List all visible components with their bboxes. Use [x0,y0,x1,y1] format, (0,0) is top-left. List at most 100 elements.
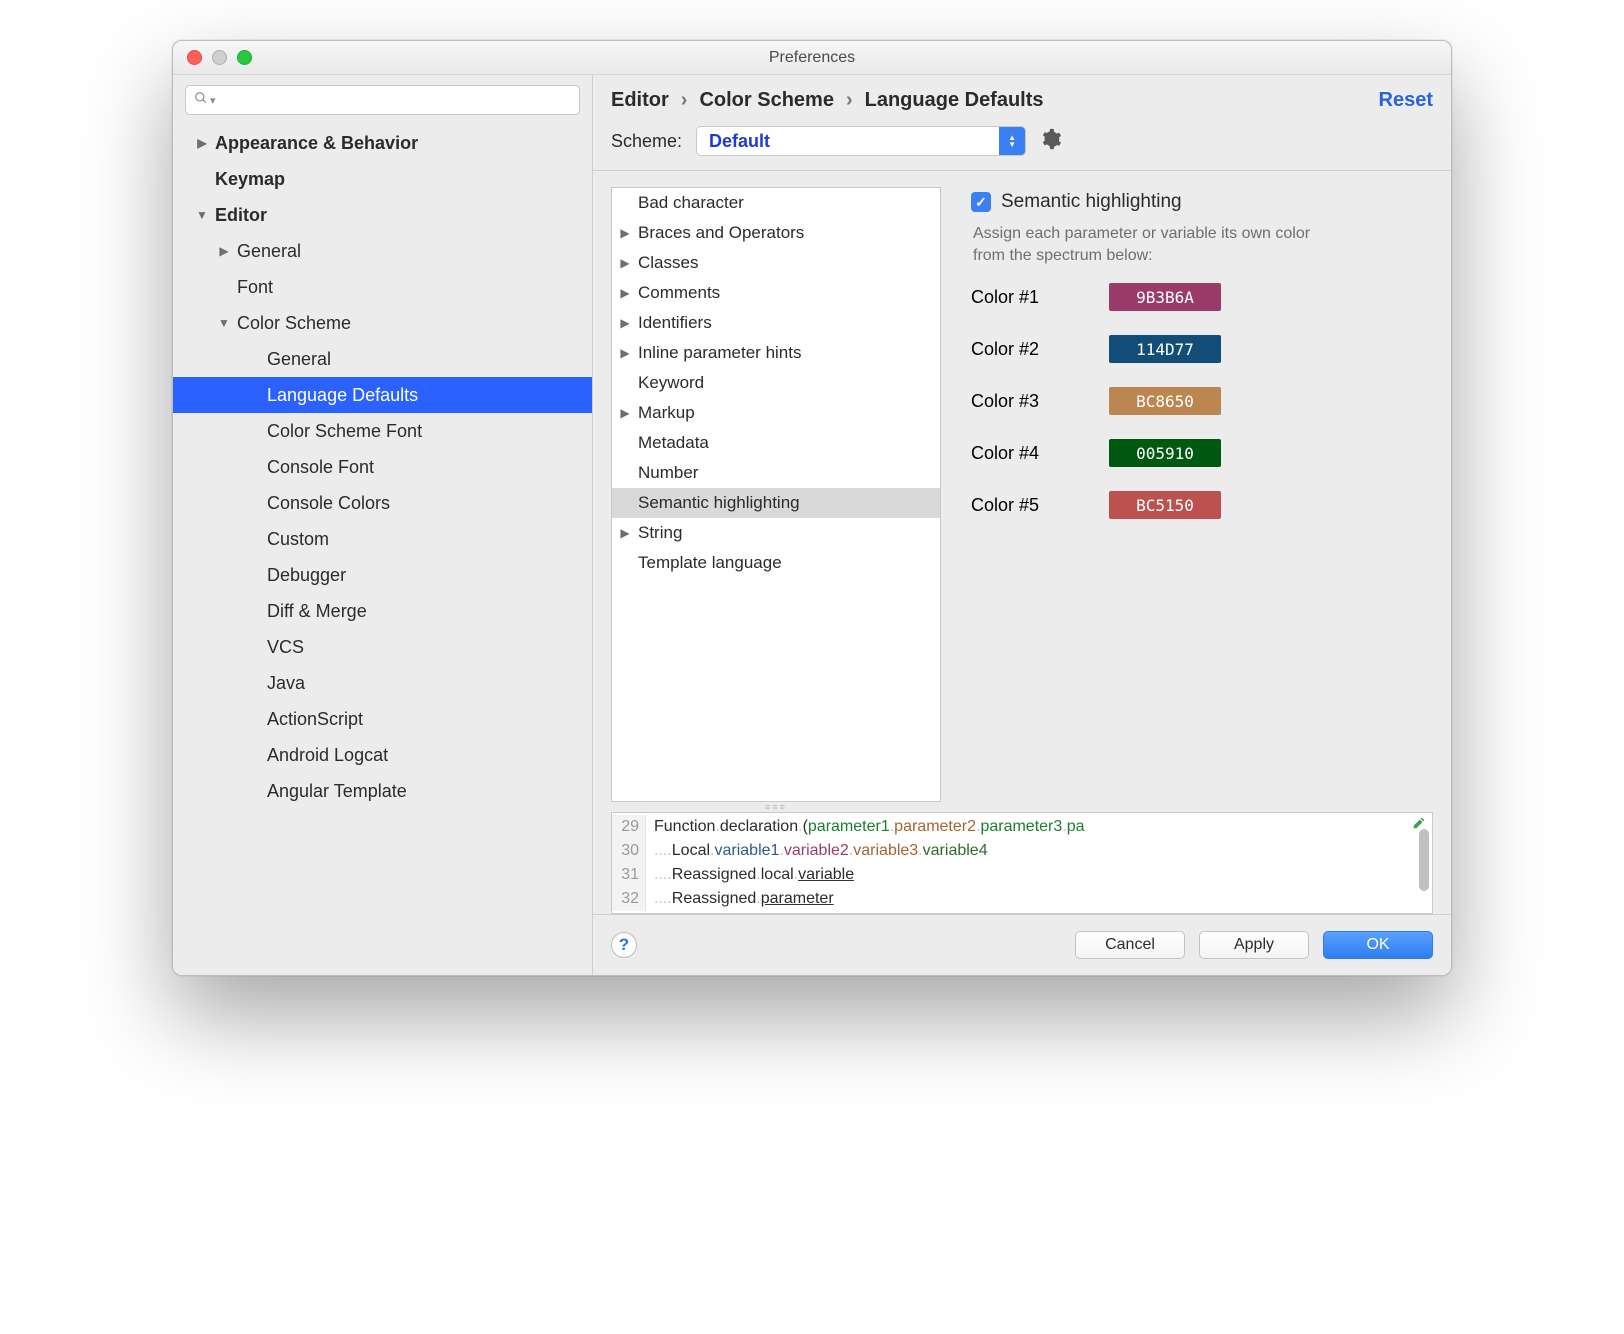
sidebar-item-debugger[interactable]: ▶Debugger [173,557,592,593]
ok-button[interactable]: OK [1323,931,1433,959]
sidebar-item-java[interactable]: ▶Java [173,665,592,701]
chevron-down-icon: ▼ [217,316,231,330]
sidebar-item-label: Language Defaults [267,385,418,406]
preview-line: 31....Reassigned.local.variable [612,863,1432,887]
search-field[interactable] [222,92,571,109]
breadcrumb-language-defaults: Language Defaults [865,89,1044,112]
sidebar-item-console-font[interactable]: ▶Console Font [173,449,592,485]
category-item-label: Template language [638,553,782,573]
category-item-markup[interactable]: ▶Markup [612,398,940,428]
breadcrumb-editor[interactable]: Editor [611,89,669,112]
chevron-right-icon: ▶ [195,136,209,150]
preview-line: 30....Local.variable1.variable2.variable… [612,839,1432,863]
sidebar-item-color-scheme[interactable]: ▼ Color Scheme [173,305,592,341]
sidebar-item-font[interactable]: ▶Font [173,269,592,305]
window-title: Preferences [173,49,1451,67]
line-number: 31 [612,863,646,887]
sidebar-item-editor[interactable]: ▼Editor [173,197,592,233]
edit-marker-icon [1412,816,1426,830]
sidebar-item-actionscript[interactable]: ▶ActionScript [173,701,592,737]
chevron-right-icon: ▶ [618,286,632,300]
sidebar-item-label: Color Scheme Font [267,421,422,442]
scheme-select[interactable]: Default ▲▼ [696,126,1026,156]
split-handle[interactable]: ≡≡≡ [611,802,941,812]
sidebar-item-angular-template[interactable]: ▶Angular Template [173,773,592,809]
category-item-inline-parameter-hints[interactable]: ▶ Inline parameter hints [612,338,940,368]
chevron-right-icon: ▶ [618,256,632,270]
color-swatch[interactable]: BC5150 [1109,491,1221,519]
sidebar-item-custom[interactable]: ▶Custom [173,521,592,557]
category-item-label: Inline parameter hints [638,343,801,363]
color-swatch[interactable]: 9B3B6A [1109,283,1221,311]
sidebar-item-appearance-behavior[interactable]: ▶ Appearance & Behavior [173,125,592,161]
sidebar-item-general[interactable]: ▶General [173,341,592,377]
sidebar-item-label: VCS [267,637,304,658]
category-item-label: String [638,523,682,543]
code-preview[interactable]: 29Function.declaration.(parameter1.param… [611,812,1433,914]
color-swatch[interactable]: 005910 [1109,439,1221,467]
gear-icon[interactable] [1040,128,1062,155]
sidebar-item-android-logcat[interactable]: ▶Android Logcat [173,737,592,773]
select-stepper-icon: ▲▼ [999,127,1025,155]
preview-scrollbar[interactable] [1419,829,1429,891]
semantic-highlighting-checkbox[interactable]: ✓ [971,192,991,212]
category-item-label: Bad character [638,193,744,213]
scheme-value: Default [697,131,999,152]
color-swatch[interactable]: 114D77 [1109,335,1221,363]
category-item-label: Identifiers [638,313,712,333]
semantic-highlighting-label: Semantic highlighting [1001,191,1182,213]
category-item-string[interactable]: ▶String [612,518,940,548]
sidebar-item-console-colors[interactable]: ▶Console Colors [173,485,592,521]
category-item-identifiers[interactable]: ▶ Identifiers [612,308,940,338]
sidebar-item-label: Appearance & Behavior [215,133,418,154]
category-item-metadata[interactable]: ▶Metadata [612,428,940,458]
chevron-right-icon: ▶ [618,346,632,360]
sidebar-item-label: Diff & Merge [267,601,367,622]
main-panel: Editor › Color Scheme › Language Default… [593,75,1451,975]
breadcrumb-color-scheme[interactable]: Color Scheme [699,89,833,112]
dialog-footer: ? Cancel Apply OK [593,914,1451,975]
category-list: ▶Bad character▶Braces and Operators▶Clas… [611,187,941,802]
category-item-label: Semantic highlighting [638,493,800,513]
category-item-comments[interactable]: ▶Comments [612,278,940,308]
search-history-chevron-icon[interactable]: ▾ [210,94,216,107]
search-input[interactable]: ▾ [185,85,580,115]
color-row: Color #2 114D77 [971,335,1433,363]
sidebar-item-color-scheme-font[interactable]: ▶Color Scheme Font [173,413,592,449]
chevron-down-icon: ▼ [195,208,209,222]
apply-button[interactable]: Apply [1199,931,1309,959]
sidebar-item-label: Font [237,277,273,298]
code-content: ....Reassigned.local.variable [646,863,854,887]
cancel-button[interactable]: Cancel [1075,931,1185,959]
preferences-window: Preferences ▾ ▶Appearance & Behavior▶Key… [172,40,1452,976]
sidebar-item-label: Java [267,673,305,694]
sidebar-item-label: Custom [267,529,329,550]
category-item-semantic-highlighting[interactable]: ▶Semantic highlighting [612,488,940,518]
color-row: Color #19B3B6A [971,283,1433,311]
chevron-right-icon: ▶ [618,316,632,330]
scheme-label: Scheme: [611,131,682,152]
sidebar-item-language-defaults[interactable]: ▶Language Defaults [173,377,592,413]
category-item-number[interactable]: ▶Number [612,458,940,488]
color-swatch[interactable]: BC8650 [1109,387,1221,415]
settings-tree: ▶Appearance & Behavior▶Keymap▼Editor▶Gen… [173,121,592,975]
category-item-label: Braces and Operators [638,223,804,243]
sidebar-item-label: Angular Template [267,781,407,802]
help-button[interactable]: ? [611,932,637,958]
category-item-braces-and-operators[interactable]: ▶Braces and Operators [612,218,940,248]
sidebar-item-general[interactable]: ▶General [173,233,592,269]
category-item-label: Classes [638,253,698,273]
color-label: Color #2 [971,339,1039,360]
category-item-classes[interactable]: ▶ Classes [612,248,940,278]
sidebar-item-label: Color Scheme [237,313,351,334]
reset-link[interactable]: Reset [1379,89,1433,112]
category-item-bad-character[interactable]: ▶Bad character [612,188,940,218]
sidebar-item-vcs[interactable]: ▶VCS [173,629,592,665]
category-item-keyword[interactable]: ▶Keyword [612,368,940,398]
sidebar-item-diff-merge[interactable]: ▶Diff & Merge [173,593,592,629]
color-label: Color #3 [971,391,1039,412]
sidebar-item-keymap[interactable]: ▶Keymap [173,161,592,197]
sidebar: ▾ ▶Appearance & Behavior▶Keymap▼Editor▶G… [173,75,593,975]
category-item-label: Keyword [638,373,704,393]
category-item-template-language[interactable]: ▶Template language [612,548,940,578]
